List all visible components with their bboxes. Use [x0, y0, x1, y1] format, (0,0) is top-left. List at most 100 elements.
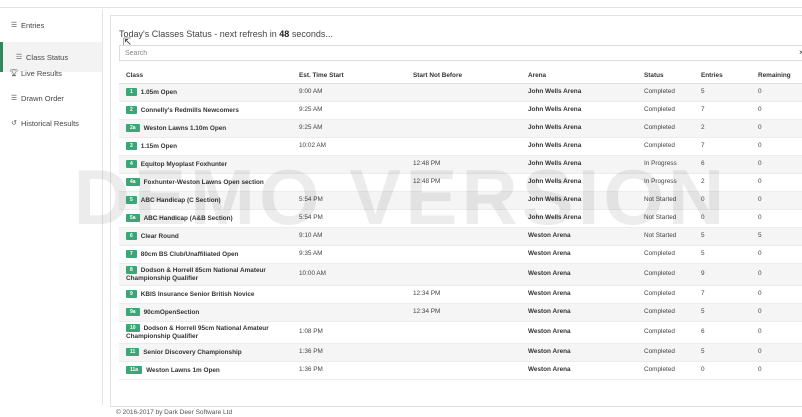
class-name: Foxhunter-Weston Lawns Open section	[143, 178, 264, 186]
est-time-start-cell: 1:36 PM	[292, 343, 406, 362]
arena-cell: Weston Arena	[521, 361, 637, 380]
remaining-cell: 0	[751, 343, 802, 362]
class-cell: 1 1.05m Open	[119, 83, 292, 102]
class-cell: 6 Clear Round	[119, 227, 292, 246]
column-header-entries[interactable]: Entries	[694, 68, 751, 84]
column-header-class[interactable]: Class	[119, 68, 292, 84]
table-row[interactable]: 1 1.05m Open 9:00 AM John Wells Arena Comple…	[119, 83, 802, 102]
remaining-cell: 0	[751, 173, 802, 192]
column-header-start-not-before[interactable]: Start Not Before	[406, 68, 521, 84]
remaining-cell: 0	[751, 191, 802, 210]
class-number-badge: 2	[126, 105, 137, 114]
entries-cell: 0	[694, 209, 751, 228]
status-cell: Completed	[637, 321, 694, 344]
sidebar-item-historical-results[interactable]: ↺ Historical Results	[0, 114, 102, 132]
class-cell: 10 Dodson & Horrell 95cm National Amateur…	[119, 321, 292, 344]
arena-cell: John Wells Arena	[521, 191, 637, 210]
status-cell: In Progress	[637, 155, 694, 174]
list-icon: ☰	[10, 95, 18, 102]
trophy-icon: 🏆︎	[9, 70, 19, 77]
table-row[interactable]: 9a 90cmOpenSection 12:34 PM Weston Arena Com…	[119, 303, 802, 322]
remaining-cell: 0	[751, 137, 802, 156]
column-header-status[interactable]: Status	[637, 68, 694, 84]
est-time-start-cell: 5:54 PM	[292, 191, 406, 210]
table-row[interactable]: 5 ABC Handicap (C Section) 5:54 PM John Wel…	[119, 191, 802, 210]
remaining-cell: 0	[751, 361, 802, 380]
class-number-badge: 9a	[126, 307, 140, 316]
class-number-badge: 11	[126, 347, 140, 356]
class-name: ABC Handicap (A&B Section)	[143, 214, 233, 222]
column-header-remaining[interactable]: Remaining	[751, 68, 802, 84]
status-cell: Completed	[637, 303, 694, 322]
entries-cell: 5	[694, 83, 751, 102]
class-number-badge: 9	[126, 289, 137, 298]
class-cell: 3 1.15m Open	[119, 137, 292, 156]
arena-cell: Weston Arena	[521, 303, 637, 322]
sidebar-item-live-results[interactable]: 🏆︎ Live Results	[0, 64, 102, 82]
start-not-before-cell	[406, 227, 521, 246]
arena-cell: Weston Arena	[521, 321, 637, 344]
status-cell: Completed	[637, 119, 694, 138]
start-not-before-cell	[406, 101, 521, 120]
refresh-countdown: 48	[279, 29, 290, 39]
sidebar-item-drawn-order[interactable]: ☰ Drawn Order	[0, 89, 102, 107]
table-row[interactable]: 3 1.15m Open 10:02 AM John Wells Arena Compl…	[119, 137, 802, 156]
table-row[interactable]: 8 Dodson & Horrell 85cm National Amateur …	[119, 263, 802, 286]
table-row[interactable]: 11a Weston Lawns 1m Open 1:36 PM Weston Are…	[119, 361, 802, 380]
start-not-before-cell	[406, 361, 521, 380]
arena-cell: Weston Arena	[521, 343, 637, 362]
status-cell: Completed	[637, 343, 694, 362]
sidebar-item-label: Drawn Order	[21, 93, 64, 103]
table-row[interactable]: 11 Senior Discovery Championship 1:36 PM We…	[119, 343, 802, 362]
est-time-start-cell	[292, 285, 406, 304]
entries-cell: 6	[694, 155, 751, 174]
table-row[interactable]: 2 Connelly's Redmills Newcomers 9:25 AM Joh…	[119, 101, 802, 120]
start-not-before-cell: 12:34 PM	[406, 285, 521, 304]
arena-cell: Weston Arena	[521, 285, 637, 304]
class-cell: 9 KBIS Insurance Senior British Novice	[119, 285, 292, 304]
entries-cell: 7	[694, 137, 751, 156]
history-icon: ↺	[11, 120, 17, 127]
est-time-start-cell: 10:02 AM	[292, 137, 406, 156]
start-not-before-cell	[406, 245, 521, 264]
class-number-badge: 8	[126, 265, 137, 274]
class-cell: 9a 90cmOpenSection	[119, 303, 292, 322]
arena-cell: Weston Arena	[521, 245, 637, 264]
class-cell: 7 80cm BS Club/Unaffiliated Open	[119, 245, 292, 264]
start-not-before-cell	[406, 191, 521, 210]
classes-table: Class Est. Time Start Start Not Before A…	[119, 68, 802, 380]
est-time-start-cell: 5:54 PM	[292, 209, 406, 228]
table-row[interactable]: 4a Foxhunter-Weston Lawns Open section 12:…	[119, 173, 802, 192]
class-number-badge: 3	[126, 141, 137, 150]
class-number-badge: 11a	[126, 365, 143, 374]
class-number-badge: 10	[126, 323, 140, 332]
entries-cell: 0	[694, 361, 751, 380]
remaining-cell: 0	[751, 83, 802, 102]
class-name: 90cmOpenSection	[143, 308, 200, 316]
class-cell: 4 Equitop Myoplast Foxhunter	[119, 155, 292, 174]
entries-cell: 0	[694, 191, 751, 210]
search-input[interactable]	[119, 45, 802, 61]
table-row[interactable]: 7 80cm BS Club/Unaffiliated Open 9:35 AM We…	[119, 245, 802, 264]
table-row[interactable]: 4 Equitop Myoplast Foxhunter 12:48 PM John …	[119, 155, 802, 174]
table-row[interactable]: 2a Weston Lawns 1.10m Open 9:25 AM John Wel…	[119, 119, 802, 138]
column-header-est-time-start[interactable]: Est. Time Start	[292, 68, 406, 84]
table-row[interactable]: 6 Clear Round 9:10 AM Weston Arena Not Start…	[119, 227, 802, 246]
sidebar-item-entries[interactable]: ☰ Entries	[0, 16, 102, 34]
class-number-badge: 6	[126, 231, 137, 240]
arena-cell: John Wells Arena	[521, 83, 637, 102]
table-row[interactable]: 5a ABC Handicap (A&B Section) 5:54 PM John …	[119, 209, 802, 228]
status-cell: Completed	[637, 285, 694, 304]
class-number-badge: 5	[126, 195, 137, 204]
column-header-arena[interactable]: Arena	[521, 68, 637, 84]
status-cell: Completed	[637, 83, 694, 102]
entries-cell: 5	[694, 303, 751, 322]
heading-prefix: Today's Classes Status - next refresh in	[119, 29, 280, 39]
remaining-cell: 0	[751, 285, 802, 304]
class-name: 80cm BS Club/Unaffiliated Open	[140, 250, 239, 258]
start-not-before-cell	[406, 119, 521, 138]
table-row[interactable]: 10 Dodson & Horrell 95cm National Amateur…	[119, 321, 802, 344]
copyright-footer: © 2016-2017 by Dark Deer Software Ltd	[116, 409, 233, 416]
table-row[interactable]: 9 KBIS Insurance Senior British Novice 12:…	[119, 285, 802, 304]
class-number-badge: 5a	[126, 213, 140, 222]
